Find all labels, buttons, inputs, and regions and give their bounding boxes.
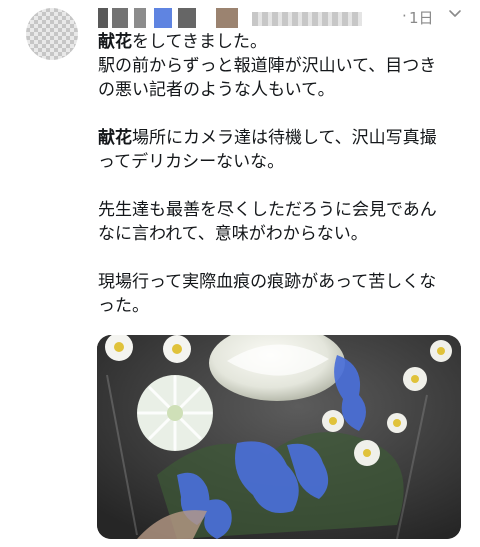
timestamp[interactable]: 1日 bbox=[409, 7, 434, 28]
display-name-redacted[interactable] bbox=[98, 8, 238, 28]
tweet-header: · 1日 bbox=[98, 4, 470, 32]
text-line: なに言われて、意味がわからない。 bbox=[98, 224, 368, 244]
text-line: の悪い記者のような人もいて。 bbox=[98, 80, 335, 100]
text-line: 先生達も最善を尽くしただろうに会見であん bbox=[98, 200, 437, 220]
text-line: ってデリカシーないな。 bbox=[98, 152, 285, 172]
text-line: 駅の前からずっと報道陣が沢山いて、目つき bbox=[98, 56, 437, 76]
chevron-down-icon[interactable] bbox=[447, 5, 463, 21]
tweet-photo[interactable] bbox=[97, 335, 461, 539]
hashtag-bold: 献花 bbox=[98, 128, 132, 148]
hashtag-bold: 献花 bbox=[98, 32, 132, 52]
tweet: · 1日 献花をしてきました。 駅の前からずっと報道陣が沢山いて、目つき の悪い… bbox=[0, 0, 480, 547]
flower-bouquet-photo bbox=[97, 335, 461, 539]
text-line: 献花場所にカメラ達は待機して、沢山写真撮 bbox=[98, 128, 437, 148]
text-line: 現場行って実際血痕の痕跡があって苦しくな bbox=[98, 272, 437, 292]
username-redacted[interactable] bbox=[252, 12, 362, 26]
text-line: 献花をしてきました。 bbox=[98, 32, 267, 52]
tweet-text: 献花をしてきました。 駅の前からずっと報道陣が沢山いて、目つき の悪い記者のよう… bbox=[98, 30, 470, 318]
avatar[interactable] bbox=[26, 8, 78, 60]
separator-dot: · bbox=[402, 7, 407, 25]
text-line: った。 bbox=[98, 296, 149, 316]
